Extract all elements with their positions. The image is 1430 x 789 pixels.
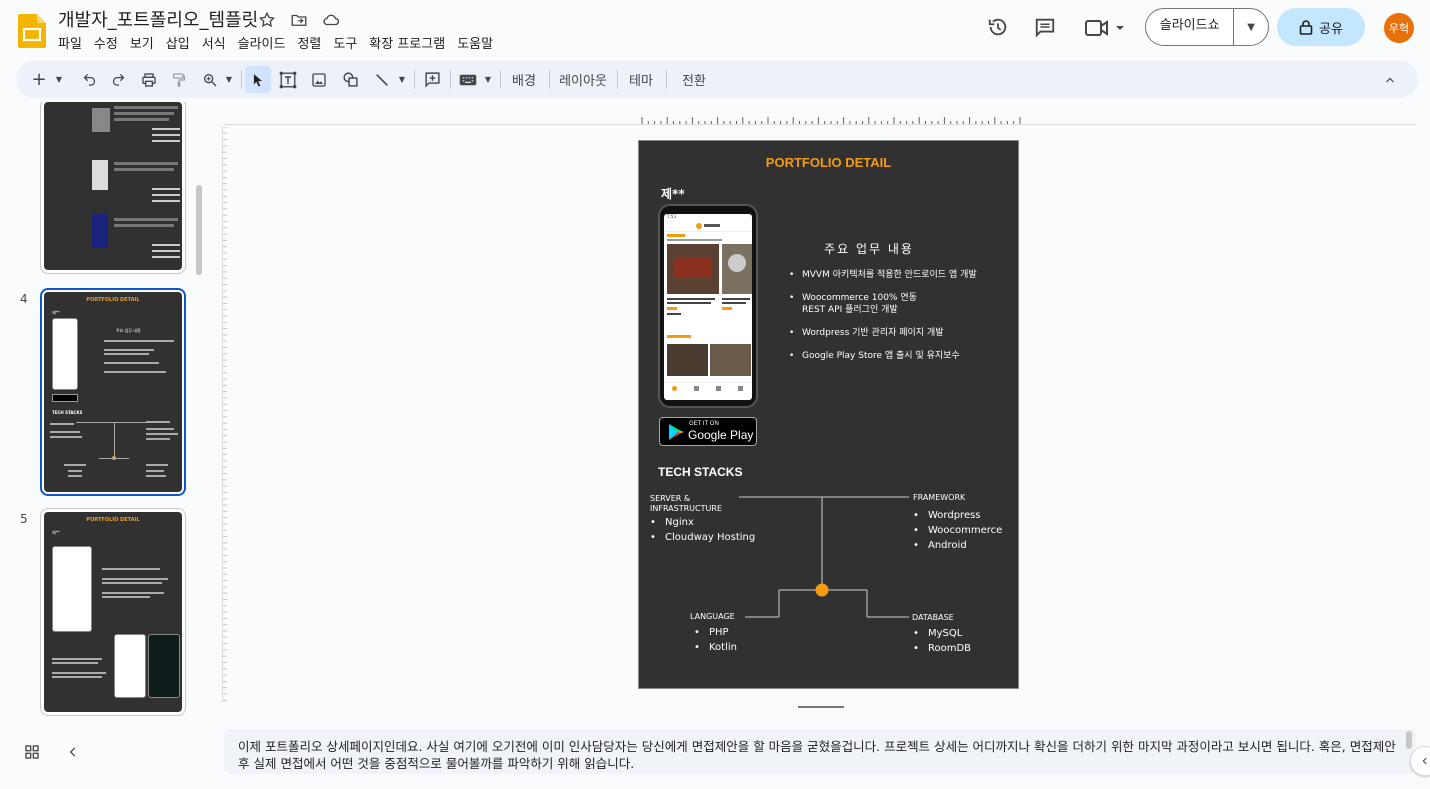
- slide-number-4: 4: [20, 292, 28, 306]
- paint-format-icon[interactable]: [168, 61, 190, 98]
- menu-slide[interactable]: 슬라이드: [238, 33, 293, 52]
- horizontal-ruler: [641, 117, 1021, 125]
- stack-label-database: DATABASE: [912, 613, 954, 622]
- stack-item: Wordpress: [913, 508, 1002, 523]
- undo-icon[interactable]: [78, 61, 100, 98]
- grid-view-icon[interactable]: [24, 744, 40, 764]
- theme-button[interactable]: 테마: [623, 61, 659, 98]
- slide-thumbnail-3[interactable]: [40, 102, 186, 274]
- menu-view[interactable]: 보기: [130, 33, 161, 52]
- line-dropdown-icon[interactable]: ▼: [396, 61, 408, 98]
- layout-button[interactable]: 레이아웃: [555, 61, 611, 98]
- input-tools-dropdown-icon[interactable]: ▼: [482, 61, 494, 98]
- print-icon[interactable]: [138, 61, 160, 98]
- stack-item: RoomDB: [913, 641, 971, 656]
- filmstrip-scrollbar[interactable]: [196, 185, 202, 275]
- slideshow-button[interactable]: 슬라이드쇼 ▼: [1145, 8, 1269, 46]
- shape-icon[interactable]: [339, 61, 361, 98]
- current-slide[interactable]: PORTFOLIO DETAIL 제** 7:53 GET IT ON Goog…: [638, 140, 1019, 689]
- slide-filmstrip[interactable]: 4 PORTFOLIO DETAIL 제** 주요 업무 내용 TECH STA…: [0, 102, 206, 722]
- collapse-toolbar-icon[interactable]: [1378, 61, 1402, 98]
- input-tools-icon[interactable]: [456, 61, 480, 98]
- notes-resize-handle[interactable]: [798, 706, 844, 708]
- comments-icon[interactable]: [1034, 16, 1056, 38]
- stack-item: Kotlin: [694, 640, 737, 655]
- menu-arrange[interactable]: 정렬: [297, 33, 328, 52]
- stack-item: MySQL: [913, 626, 971, 641]
- menu-bar: 파일 수정 보기 삽입 서식 슬라이드 정렬 도구 확장 프로그램 도움말: [58, 33, 505, 52]
- stack-item: Woocommerce: [913, 523, 1002, 538]
- cloud-saved-icon[interactable]: [320, 9, 342, 31]
- speaker-notes-text[interactable]: 이제 포트폴리오 상세페이지인데요. 사실 여기에 오기전에 이미 인사담당자는…: [238, 738, 1402, 772]
- vertical-ruler-ticks: [223, 127, 227, 701]
- tech-stack-connector-lines: [739, 496, 909, 618]
- stack-items-database: MySQL RoomDB: [913, 626, 971, 656]
- slideshow-dropdown-icon[interactable]: ▼: [1234, 22, 1268, 33]
- star-icon[interactable]: [256, 9, 278, 31]
- slide-thumbnail-5[interactable]: PORTFOLIO DETAIL 제**: [40, 508, 186, 716]
- zoom-icon[interactable]: [199, 61, 221, 98]
- menu-format[interactable]: 서식: [202, 33, 233, 52]
- new-slide-dropdown-icon[interactable]: ▼: [52, 61, 66, 98]
- slideshow-label[interactable]: 슬라이드쇼: [1146, 8, 1235, 46]
- stack-items-server: Nginx Cloudway Hosting: [650, 515, 755, 545]
- stack-hub-dot: [815, 583, 829, 597]
- move-folder-icon[interactable]: [288, 9, 310, 31]
- menu-file[interactable]: 파일: [58, 33, 89, 52]
- stack-items-framework: Wordpress Woocommerce Android: [913, 508, 1002, 553]
- slide-number-5: 5: [20, 512, 28, 526]
- menu-tools[interactable]: 도구: [333, 33, 364, 52]
- stack-item: Nginx: [650, 515, 755, 530]
- slide-thumbnail-4[interactable]: PORTFOLIO DETAIL 제** 주요 업무 내용 TECH STACK…: [40, 288, 186, 496]
- stack-label-language: LANGUAGE: [690, 612, 735, 621]
- transition-button[interactable]: 전환: [672, 61, 716, 98]
- share-button[interactable]: 공유: [1277, 8, 1365, 46]
- menu-insert[interactable]: 삽입: [166, 33, 197, 52]
- lock-icon: [1299, 20, 1313, 35]
- menu-edit[interactable]: 수정: [94, 33, 125, 52]
- document-title[interactable]: 개발자_포트폴리오_템플릿: [58, 6, 258, 32]
- new-slide-icon[interactable]: +: [28, 61, 50, 98]
- toolbar: + ▼ ▼ ▼ ▼ 배경 레이아웃 테마 전환: [16, 61, 1418, 98]
- text-box-icon[interactable]: [277, 61, 299, 98]
- stack-label-server: SERVER & INFRASTRUCTURE: [650, 494, 722, 513]
- stack-item: Android: [913, 538, 1002, 553]
- add-comment-icon[interactable]: [420, 61, 444, 98]
- select-tool-icon[interactable]: [245, 66, 271, 93]
- menu-extensions[interactable]: 확장 프로그램: [369, 33, 452, 52]
- line-icon[interactable]: [371, 61, 393, 98]
- top-bar: 개발자_포트폴리오_템플릿 파일 수정 보기 삽입 서식 슬라이드 정렬 도구 …: [0, 0, 1430, 58]
- avatar[interactable]: 우혁: [1384, 13, 1414, 43]
- insert-image-icon[interactable]: [308, 61, 330, 98]
- collapse-filmstrip-icon[interactable]: [66, 744, 80, 764]
- redo-icon[interactable]: [107, 61, 129, 98]
- menu-help[interactable]: 도움말: [457, 33, 500, 52]
- meet-call-icon[interactable]: [1085, 17, 1127, 39]
- background-button[interactable]: 배경: [506, 61, 542, 98]
- zoom-dropdown-icon[interactable]: ▼: [223, 61, 235, 98]
- stack-items-language: PHP Kotlin: [694, 625, 737, 655]
- notes-scrollbar[interactable]: [1406, 731, 1412, 749]
- share-label: 공유: [1319, 21, 1343, 37]
- stack-item: PHP: [694, 625, 737, 640]
- version-history-icon[interactable]: [987, 16, 1009, 38]
- speaker-notes[interactable]: 이제 포트폴리오 상세페이지인데요. 사실 여기에 오기전에 이미 인사담당자는…: [224, 729, 1416, 774]
- slides-logo-icon[interactable]: [18, 14, 46, 48]
- stack-item: Cloudway Hosting: [650, 530, 755, 545]
- stack-label-framework: FRAMEWORK: [913, 493, 966, 502]
